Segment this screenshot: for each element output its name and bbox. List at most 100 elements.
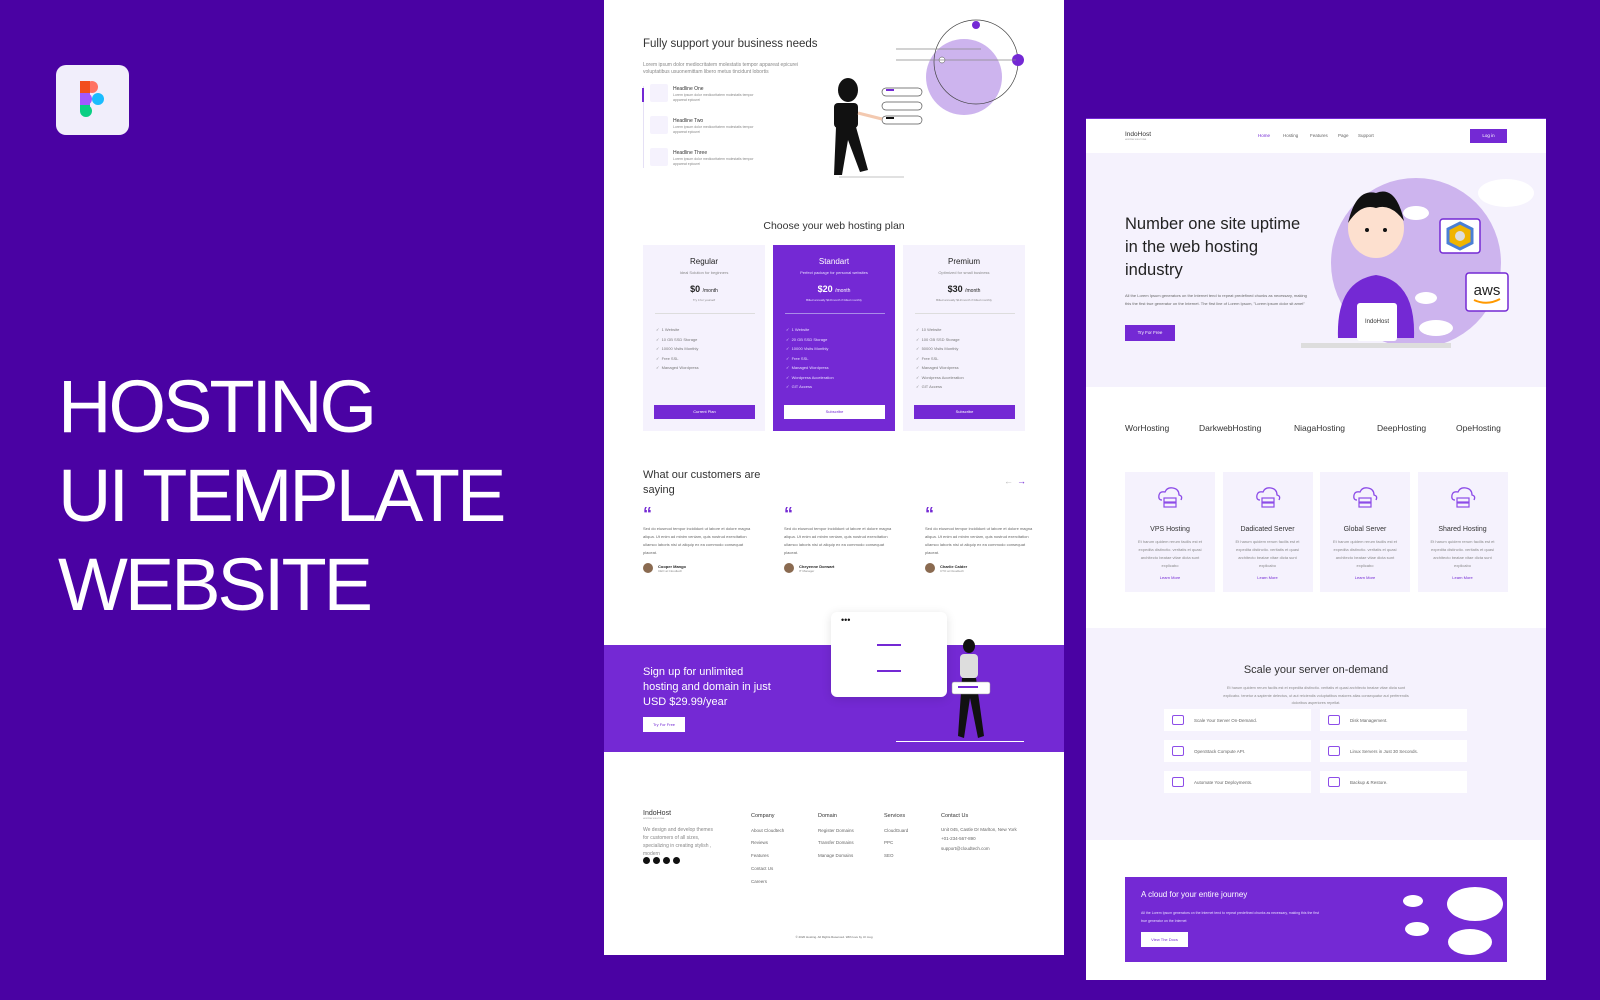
footer-column: Services CloudGuard PPC SEO [884,810,908,863]
feature-item: Backup & Restore. [1320,771,1467,793]
scale-section: Scale your server on-demand Et harum qui… [1086,628,1546,840]
plan-feature: ✓ 10000 Visits Monthly [786,346,829,351]
aws-badge: aws [1474,282,1501,299]
plan-feature: ✓ 100 GB SSD Storage [916,336,960,342]
linkedin-icon[interactable] [663,857,670,864]
plan-feature: ✓ Managed Wordpress [916,365,959,370]
signup-text: Sign up for unlimited hosting and domain … [643,665,771,710]
headline-icon [650,84,668,102]
next-arrow-icon[interactable]: → [1017,476,1026,486]
footer-link[interactable]: Unit 045, Castle Dr Marlton, New York [941,825,1017,835]
footer-link[interactable]: Reviews [751,837,784,850]
footer-link[interactable]: Careers [751,876,784,889]
page-preview-2: IndoHost HOSTING SOLUTIONS Home Hosting … [1086,118,1546,980]
plan-card-standart: Standart Perfect package for personal we… [773,245,895,431]
footer-link[interactable]: PPC [884,837,908,850]
nav-support[interactable]: Support [1358,133,1374,138]
plan-name: Regular [689,257,718,266]
author-name: Cooper Mango [658,563,686,569]
plan-name: Premium [947,257,980,266]
nav-features[interactable]: Features [1310,133,1328,138]
divider [785,313,885,314]
nav-hosting[interactable]: Hosting [1283,133,1298,138]
plan-feature: ✓ Wordpress Acceleration [916,374,964,380]
plan-price: $0 /month [643,284,765,294]
footer-link[interactable]: About Cloudtech [751,825,784,838]
signup-line: hosting and domain in just [643,681,771,693]
footer-column-title: Company [751,813,775,819]
plan-sub: Ideal Solution for beginners [679,270,729,275]
plan-feature: ✓ Free SSL [786,355,809,361]
nav-home[interactable]: Home [1258,133,1270,138]
hero-try-button[interactable]: Try For Free [1125,325,1175,341]
learn-more-link[interactable]: Learn More [1223,575,1313,580]
footer-column-title: Contact Us [941,813,969,819]
plan-price-value: $20 [817,284,833,294]
footer-link[interactable]: SEO [884,850,908,863]
youtube-icon[interactable] [673,857,680,864]
hero-line: in the web hosting [1125,238,1259,256]
login-button[interactable]: Log in [1470,129,1507,143]
plan-feature-text: Free SSL [921,355,939,361]
footer-link[interactable]: Features [751,850,784,863]
footer-link[interactable]: support@cloudtech.com [941,844,1017,854]
footer-brand: IndoHost [643,810,672,817]
plan-feature: ✓ Free SSL [916,355,939,361]
plan-feature-text: Managed Wordpress [661,365,699,370]
service-desc: Et harum quidem rerum facilis est et exp… [1430,539,1495,568]
plan-button[interactable]: Current Plan [654,405,755,419]
plan-per: /month [702,288,718,294]
plan-feature: ✓ 10000 Visits Monthly [656,346,699,351]
headline-desc: Lorem ipsum dolor mediocritatem molestat… [673,157,754,166]
plan-button[interactable]: Subscribe [914,405,1015,419]
footer-desc: We design and develop themes for custome… [643,827,713,857]
footer-link[interactable]: CloudGuard [884,825,908,838]
testimonial-card: “ Sed do eiusmod tempor incididunt ut la… [784,505,894,573]
plan-feature-text: Managed Wordpress [921,365,959,370]
headline-desc: Lorem ipsum dolor mediocritatem molestat… [673,125,754,134]
plan-feature-text: Free SSL [791,355,809,361]
brand-logo: DarkwebHosting [1199,423,1262,433]
footer-tagline: HOSTING SOLUTIONS [643,818,665,820]
twitter-icon[interactable] [653,857,660,864]
footer-column-title: Services [884,813,906,819]
nav-brand[interactable]: IndoHost [1125,131,1151,138]
testimonial-text: Sed do eiusmod tempor incididunt ut labo… [643,526,751,555]
window-dots-icon: ••• [841,615,851,625]
footer-column: Contact Us Unit 045, Castle Dr Marlton, N… [941,810,1017,853]
footer-link[interactable]: Transfer Domains [818,837,854,850]
feature-label: Linux Servers in Just 30 Seconds. [1350,748,1419,754]
footer-link[interactable]: Contact Us [751,863,784,876]
footer-link[interactable]: Manage Domains [818,850,854,863]
headline-title: Headline Two [673,118,704,124]
server-rack-icon [1255,487,1280,508]
hero-illustration: IndoHost aws [1301,178,1534,348]
footer-link[interactable]: +01-234-567-890 [941,834,1017,844]
view-docs-button[interactable]: View The Docs [1141,932,1188,947]
divider [655,313,755,314]
learn-more-link[interactable]: Learn More [1320,575,1410,580]
try-free-button[interactable]: Try For Free [643,717,685,732]
cta-title: A cloud for your entire journey [1141,890,1248,899]
prev-arrow-icon[interactable]: ← [1004,476,1013,486]
plan-features: ✓ 1 Website ✓ 20 GB SSD Storage ✓ 10000 Vi… [786,325,834,392]
cover-title-line: UI TEMPLATE [58,454,506,537]
nav-page[interactable]: Page [1338,133,1349,138]
footer-link[interactable]: Register Domains [818,825,854,838]
feature-label: Backup & Restore. [1350,779,1388,785]
plan-price-value: $30 [947,284,963,294]
laptop-brand: IndoHost [1365,319,1389,325]
feature-item: Disk Management. [1320,709,1467,731]
plan-price: $20 /month [773,284,895,294]
service-name: VPS Hosting [1150,526,1190,533]
testimonial-author: Cheyenne Dorwart IT Manager [784,563,894,573]
plan-button[interactable]: Subscribe [784,405,885,419]
facebook-icon[interactable] [643,857,650,864]
hero-line: industry [1125,261,1183,279]
learn-more-link[interactable]: Learn More [1418,575,1508,580]
cloud-server-icon [1158,487,1183,508]
learn-more-link[interactable]: Learn More [1125,575,1215,580]
feature-label: OpenStack Compute API. [1194,748,1246,754]
page-preview-1: Fully support your business needs Lorem … [604,0,1064,955]
feature-item: Scale Your Server On-Demand. [1164,709,1311,731]
